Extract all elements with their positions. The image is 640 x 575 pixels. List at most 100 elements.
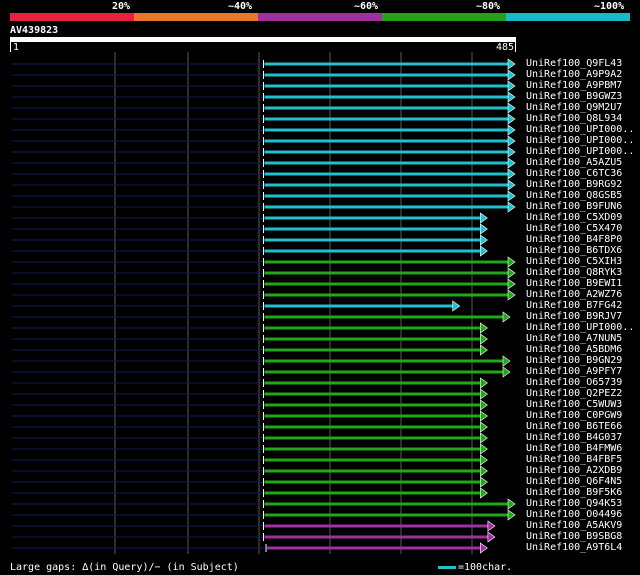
hit-row[interactable] bbox=[12, 366, 511, 378]
hit-label[interactable]: UniRef100_UPI000.. bbox=[526, 146, 634, 157]
hit-label[interactable]: UniRef100_B9SBG8 bbox=[526, 531, 622, 542]
hit-label[interactable]: UniRef100_A5BDM6 bbox=[526, 344, 622, 355]
hit-label[interactable]: UniRef100_B9FUN6 bbox=[526, 201, 622, 212]
hit-row[interactable] bbox=[12, 58, 516, 70]
hit-row[interactable] bbox=[12, 190, 516, 202]
hit-arrow-head bbox=[480, 245, 488, 257]
hit-arrow-head bbox=[480, 410, 488, 422]
hit-label[interactable]: UniRef100_O04496 bbox=[526, 509, 622, 520]
hit-arrow-head bbox=[480, 432, 488, 444]
hit-label[interactable]: UniRef100_Q2PEZ2 bbox=[526, 388, 622, 399]
hit-row[interactable] bbox=[12, 476, 488, 488]
hit-label[interactable]: UniRef100_A5AZU5 bbox=[526, 157, 622, 168]
hit-label[interactable]: UniRef100_C5XD09 bbox=[526, 212, 622, 223]
hit-label[interactable]: UniRef100_B6TDX6 bbox=[526, 245, 622, 256]
hit-arrow-head bbox=[507, 157, 516, 169]
hit-label[interactable]: UniRef100_Q94K53 bbox=[526, 498, 622, 509]
hit-label[interactable]: UniRef100_Q8GSB5 bbox=[526, 190, 622, 201]
hit-label[interactable]: UniRef100_Q9FL43 bbox=[526, 58, 622, 69]
hit-row[interactable] bbox=[12, 91, 516, 103]
hit-label[interactable]: UniRef100_UPI000.. bbox=[526, 135, 634, 146]
hit-label[interactable]: UniRef100_C0PGW9 bbox=[526, 410, 622, 421]
hit-label[interactable]: UniRef100_C5WUW3 bbox=[526, 399, 622, 410]
hit-label[interactable]: UniRef100_B4F8P0 bbox=[526, 234, 622, 245]
hit-row[interactable] bbox=[12, 146, 516, 158]
hit-arrow-head bbox=[487, 531, 496, 543]
hit-row[interactable] bbox=[12, 300, 461, 312]
hit-label[interactable]: UniRef100_B9RJV7 bbox=[526, 311, 622, 322]
hit-row[interactable] bbox=[12, 333, 488, 345]
hit-row[interactable] bbox=[12, 212, 488, 224]
hit-label[interactable]: UniRef100_A7NUN5 bbox=[526, 333, 622, 344]
hit-row[interactable] bbox=[12, 168, 516, 180]
hit-row[interactable] bbox=[12, 520, 496, 532]
hit-label[interactable]: UniRef100_C5X470 bbox=[526, 223, 622, 234]
hit-row[interactable] bbox=[12, 201, 516, 213]
hit-label[interactable]: UniRef100_C5XIH3 bbox=[526, 256, 622, 267]
hit-row[interactable] bbox=[12, 421, 488, 433]
hit-label[interactable]: UniRef100_UPI000.. bbox=[526, 124, 634, 135]
hit-arrow-head bbox=[507, 179, 516, 191]
hit-row[interactable] bbox=[12, 432, 488, 444]
hit-label[interactable]: UniRef100_B9EWI1 bbox=[526, 278, 622, 289]
hit-row[interactable] bbox=[12, 531, 496, 543]
hit-row[interactable] bbox=[12, 377, 488, 389]
hit-label[interactable]: UniRef100_A5AKV9 bbox=[526, 520, 622, 531]
hit-row[interactable] bbox=[12, 234, 488, 246]
hit-label[interactable]: UniRef100_B4FMW6 bbox=[526, 443, 622, 454]
hit-arrow-head bbox=[507, 267, 516, 279]
hit-arrow-head bbox=[480, 212, 488, 224]
hit-arrow-head bbox=[480, 344, 488, 356]
hit-row[interactable] bbox=[12, 80, 516, 92]
hit-row[interactable] bbox=[12, 509, 516, 521]
hit-row[interactable] bbox=[12, 443, 488, 455]
hit-row[interactable] bbox=[12, 267, 516, 279]
hit-row[interactable] bbox=[12, 399, 488, 411]
hit-row[interactable] bbox=[12, 487, 488, 499]
hit-row[interactable] bbox=[12, 179, 516, 191]
hit-row[interactable] bbox=[12, 465, 488, 477]
hit-row[interactable] bbox=[12, 311, 511, 323]
hit-row[interactable] bbox=[12, 256, 516, 268]
hit-row[interactable] bbox=[12, 69, 516, 81]
hit-label[interactable]: UniRef100_B9GWZ3 bbox=[526, 91, 622, 102]
hit-row[interactable] bbox=[12, 223, 488, 235]
hit-label[interactable]: UniRef100_Q9M2U7 bbox=[526, 102, 622, 113]
hit-row[interactable] bbox=[12, 113, 516, 125]
hit-row[interactable] bbox=[12, 124, 516, 136]
hit-label[interactable]: UniRef100_B9GN29 bbox=[526, 355, 622, 366]
hit-label[interactable]: UniRef100_B9RG92 bbox=[526, 179, 622, 190]
hit-label[interactable]: UniRef100_C6TC36 bbox=[526, 168, 622, 179]
hit-label[interactable]: UniRef100_Q8L934 bbox=[526, 113, 622, 124]
hit-label[interactable]: UniRef100_A2WZ76 bbox=[526, 289, 622, 300]
hit-label[interactable]: UniRef100_A2XDB9 bbox=[526, 465, 622, 476]
hit-label[interactable]: UniRef100_B7FG42 bbox=[526, 300, 622, 311]
hit-label[interactable]: UniRef100_B4G037 bbox=[526, 432, 622, 443]
hit-label[interactable]: UniRef100_A9PBM7 bbox=[526, 80, 622, 91]
hit-label[interactable]: UniRef100_B6TE66 bbox=[526, 421, 622, 432]
hit-row[interactable] bbox=[12, 278, 516, 290]
hit-label[interactable]: UniRef100_A9PFY7 bbox=[526, 366, 622, 377]
hit-row[interactable] bbox=[12, 410, 488, 422]
hit-label[interactable]: UniRef100_B9F5K6 bbox=[526, 487, 622, 498]
hit-label[interactable]: UniRef100_A9T6L4 bbox=[526, 542, 622, 553]
hit-arrow-head bbox=[507, 58, 516, 70]
hit-row[interactable] bbox=[12, 542, 488, 554]
hit-row[interactable] bbox=[12, 388, 488, 400]
hit-row[interactable] bbox=[12, 355, 511, 367]
hit-row[interactable] bbox=[12, 102, 516, 114]
hit-label[interactable]: UniRef100_A9P9A2 bbox=[526, 69, 622, 80]
hit-row[interactable] bbox=[12, 289, 516, 301]
hit-row[interactable] bbox=[12, 322, 488, 334]
hit-row[interactable] bbox=[12, 135, 516, 147]
hit-row[interactable] bbox=[12, 498, 516, 510]
hit-row[interactable] bbox=[12, 157, 516, 169]
hit-label[interactable]: UniRef100_UPI000.. bbox=[526, 322, 634, 333]
hit-label[interactable]: UniRef100_O65739 bbox=[526, 377, 622, 388]
hit-row[interactable] bbox=[12, 245, 488, 257]
hit-label[interactable]: UniRef100_Q8RYK3 bbox=[526, 267, 622, 278]
hit-row[interactable] bbox=[12, 454, 488, 466]
hit-row[interactable] bbox=[12, 344, 488, 356]
hit-label[interactable]: UniRef100_B4FBF5 bbox=[526, 454, 622, 465]
hit-label[interactable]: UniRef100_Q6F4N5 bbox=[526, 476, 622, 487]
